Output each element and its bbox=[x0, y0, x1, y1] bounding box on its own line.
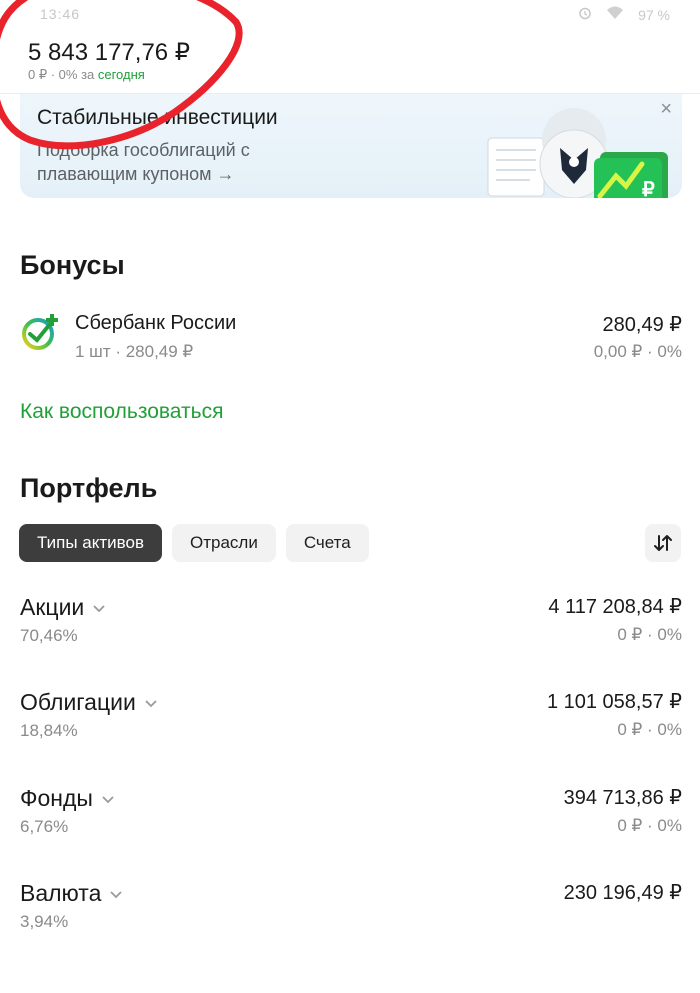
asset-name-container: Валюта bbox=[20, 880, 123, 907]
asset-name: Облигации bbox=[20, 689, 136, 715]
chevron-down-icon bbox=[109, 889, 123, 899]
asset-value: 1 101 058,57 ₽ bbox=[546, 691, 682, 713]
bonds-illustration-icon: ₽ bbox=[487, 108, 668, 198]
svg-text:₽: ₽ bbox=[642, 179, 655, 198]
sberbank-logo-icon bbox=[22, 314, 58, 350]
asset-row-stocks[interactable]: Акции 70,46% 4 117 208,84 ₽ 0 ₽ · 0% bbox=[20, 594, 682, 650]
asset-change: 0 ₽ · 0% bbox=[617, 816, 682, 835]
asset-value: 4 117 208,84 ₽ bbox=[548, 596, 682, 618]
banner-subtitle: Подборка гособлигаций с плавающим купоно… bbox=[37, 140, 250, 184]
asset-name-container: Фонды bbox=[20, 785, 115, 812]
portfolio-total-value: 5 843 177,76 ₽ bbox=[28, 39, 191, 66]
portfolio-total-change: 0 ₽ · 0% за сегодня bbox=[28, 67, 145, 83]
banner-title: Стабильные инвестиции bbox=[37, 106, 278, 129]
asset-name-container: Акции bbox=[20, 594, 106, 621]
sort-button[interactable] bbox=[645, 524, 681, 562]
bonuses-title: Бонусы bbox=[20, 250, 125, 280]
asset-share: 18,84% bbox=[20, 721, 78, 740]
tab-industries[interactable]: Отрасли bbox=[171, 524, 276, 562]
battery-level: 97 % bbox=[638, 6, 670, 23]
promo-banner[interactable]: Стабильные инвестиции Подборка гособлига… bbox=[20, 94, 682, 198]
asset-name: Акции bbox=[20, 594, 85, 620]
asset-value: 394 713,86 ₽ bbox=[563, 787, 682, 809]
bonus-qty: 1 шт · 280,49 ₽ bbox=[75, 342, 194, 361]
asset-row-currency[interactable]: Валюта 3,94% 230 196,49 ₽ bbox=[20, 880, 682, 936]
chevron-down-icon bbox=[144, 698, 158, 708]
asset-share: 6,76% bbox=[20, 817, 69, 836]
alarm-icon bbox=[578, 6, 592, 23]
portfolio-tabs: Типы активов Отрасли Счета bbox=[19, 524, 369, 562]
sort-arrows-icon bbox=[654, 535, 672, 551]
how-to-use-link[interactable]: Как воспользоваться bbox=[20, 400, 223, 424]
status-bar: 13:46 97 % bbox=[0, 0, 700, 30]
change-prefix: 0 ₽ · 0% за bbox=[28, 67, 98, 82]
bonus-name: Сбербанк России bbox=[75, 312, 237, 334]
chevron-down-icon bbox=[92, 603, 106, 613]
status-icons: 97 % bbox=[578, 6, 670, 23]
wifi-icon bbox=[606, 6, 624, 23]
bonus-change: 0,00 ₽ · 0% bbox=[593, 342, 682, 361]
asset-name: Валюта bbox=[20, 880, 102, 906]
asset-name: Фонды bbox=[20, 785, 93, 811]
asset-row-bonds[interactable]: Облигации 18,84% 1 101 058,57 ₽ 0 ₽ · 0% bbox=[20, 689, 682, 745]
asset-change: 0 ₽ · 0% bbox=[617, 720, 682, 739]
asset-share: 3,94% bbox=[20, 912, 69, 931]
asset-change: 0 ₽ · 0% bbox=[617, 625, 682, 644]
change-period-link[interactable]: сегодня bbox=[98, 67, 145, 82]
bonus-item-row[interactable]: Сбербанк России 1 шт · 280,49 ₽ 280,49 ₽… bbox=[20, 308, 682, 368]
chevron-down-icon bbox=[101, 794, 115, 804]
tab-asset-types[interactable]: Типы активов bbox=[19, 524, 162, 562]
bonus-value: 280,49 ₽ bbox=[602, 314, 682, 336]
portfolio-title: Портфель bbox=[20, 473, 158, 503]
asset-row-funds[interactable]: Фонды 6,76% 394 713,86 ₽ 0 ₽ · 0% bbox=[20, 785, 682, 841]
portfolio-header: 13:46 97 % 5 843 177,76 ₽ 0 ₽ · 0% за се… bbox=[0, 0, 700, 94]
asset-name-container: Облигации bbox=[20, 689, 158, 716]
tab-accounts[interactable]: Счета bbox=[285, 524, 369, 562]
asset-value: 230 196,49 ₽ bbox=[563, 882, 682, 904]
asset-share: 70,46% bbox=[20, 626, 78, 645]
status-time: 13:46 bbox=[40, 6, 81, 22]
